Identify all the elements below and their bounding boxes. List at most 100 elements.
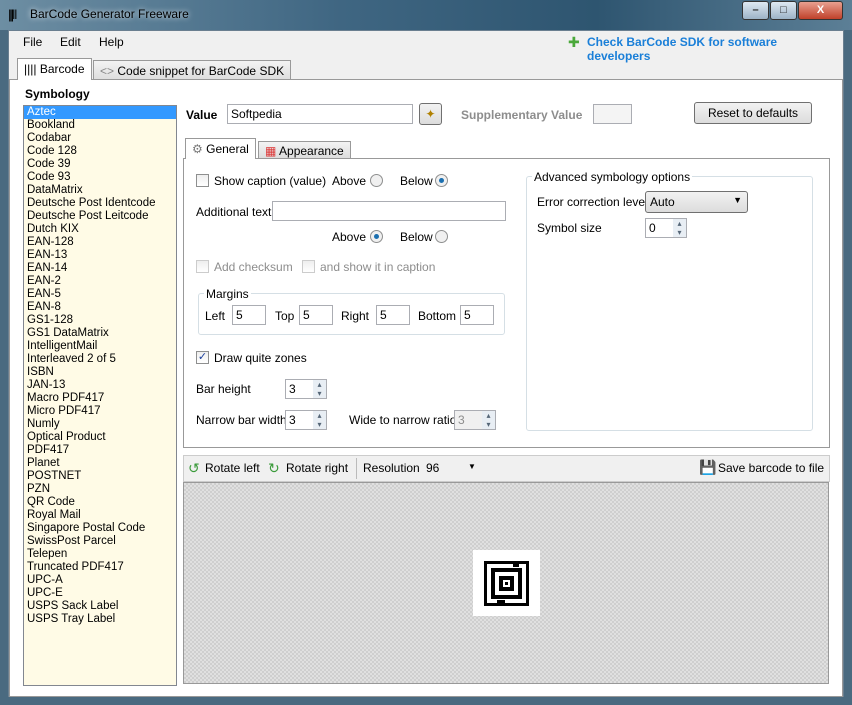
- save-barcode-button[interactable]: Save barcode to file: [718, 461, 824, 475]
- margin-left-label: Left: [205, 309, 226, 323]
- menu-file[interactable]: File: [23, 35, 42, 49]
- symbology-item[interactable]: USPS Tray Label: [24, 613, 176, 626]
- symbology-item[interactable]: EAN-13: [24, 249, 176, 262]
- sdk-link[interactable]: Check BarCode SDK for software developer…: [587, 35, 843, 63]
- reset-defaults-button[interactable]: Reset to defaults: [694, 102, 812, 124]
- symbology-item[interactable]: Interleaved 2 of 5: [24, 353, 176, 366]
- minimize-button[interactable]: –: [742, 1, 769, 20]
- symbology-item[interactable]: UPC-E: [24, 587, 176, 600]
- menu-help[interactable]: Help: [99, 35, 124, 49]
- symbology-item[interactable]: POSTNET: [24, 470, 176, 483]
- symbology-item[interactable]: Macro PDF417: [24, 392, 176, 405]
- caption-above-radio[interactable]: [370, 174, 383, 187]
- symbology-item[interactable]: PDF417: [24, 444, 176, 457]
- show-caption-checkbox[interactable]: [196, 174, 209, 187]
- bar-height-spinner[interactable]: 3: [285, 379, 327, 399]
- symbology-item[interactable]: EAN-8: [24, 301, 176, 314]
- symbology-item[interactable]: EAN-14: [24, 262, 176, 275]
- symbology-item[interactable]: JAN-13: [24, 379, 176, 392]
- margin-right-input[interactable]: 5: [376, 305, 410, 325]
- symbology-item[interactable]: Singapore Postal Code: [24, 522, 176, 535]
- symbology-item[interactable]: GS1-128: [24, 314, 176, 327]
- resolution-dropdown[interactable]: 96: [426, 461, 439, 475]
- add-checksum-checkbox[interactable]: [196, 260, 209, 273]
- symbology-item[interactable]: Dutch KIX: [24, 223, 176, 236]
- menu-edit[interactable]: Edit: [60, 35, 81, 49]
- additional-below-label: Below: [400, 230, 433, 244]
- additional-text-input[interactable]: [272, 201, 506, 221]
- caption-above-label: Above: [332, 174, 367, 188]
- value-label: Value: [186, 108, 218, 122]
- code-icon: <>: [100, 64, 115, 78]
- symbology-item[interactable]: Micro PDF417: [24, 405, 176, 418]
- margin-left-input[interactable]: 5: [232, 305, 266, 325]
- tab-appearance[interactable]: ▦ Appearance: [258, 141, 351, 159]
- additional-above-label: Above: [332, 230, 367, 244]
- palette-icon: ▦: [265, 144, 277, 158]
- symbology-item[interactable]: Optical Product: [24, 431, 176, 444]
- symbology-item[interactable]: Bookland: [24, 119, 176, 132]
- additional-below-radio[interactable]: [435, 230, 448, 243]
- symbology-item[interactable]: Royal Mail: [24, 509, 176, 522]
- show-checksum-checkbox[interactable]: [302, 260, 315, 273]
- maximize-button[interactable]: □: [770, 1, 797, 20]
- gear-icon: ⚙: [192, 142, 203, 156]
- symbology-item[interactable]: Deutsche Post Leitcode: [24, 210, 176, 223]
- show-checksum-label: and show it in caption: [320, 260, 436, 274]
- puzzle-icon: ✚: [568, 34, 580, 50]
- ecl-dropdown[interactable]: Auto ▼: [645, 191, 748, 213]
- quiet-zones-label: Draw quite zones: [214, 351, 307, 365]
- tab-barcode[interactable]: |||| Barcode: [17, 58, 92, 80]
- margin-top-label: Top: [275, 309, 295, 323]
- tab-code-snippet[interactable]: <> Code snippet for BarCode SDK: [93, 60, 292, 81]
- symbology-item[interactable]: Planet: [24, 457, 176, 470]
- quiet-zones-checkbox[interactable]: ✓: [196, 351, 209, 364]
- rotate-right-button[interactable]: Rotate right: [286, 461, 348, 475]
- supplementary-input[interactable]: [593, 104, 632, 124]
- value-input[interactable]: Softpedia: [227, 104, 413, 124]
- symbology-item[interactable]: Code 128: [24, 145, 176, 158]
- show-caption-label: Show caption (value): [214, 174, 327, 188]
- symbology-item[interactable]: Code 39: [24, 158, 176, 171]
- additional-above-radio[interactable]: [370, 230, 383, 243]
- symbology-item[interactable]: USPS Sack Label: [24, 600, 176, 613]
- title-bar[interactable]: |||‖ BarCode Generator Freeware – □ X: [0, 0, 852, 30]
- symbology-item[interactable]: Telepen: [24, 548, 176, 561]
- symbology-item[interactable]: UPC-A: [24, 574, 176, 587]
- client-area: File Edit Help ✚ Check BarCode SDK for s…: [8, 30, 844, 697]
- app-barcode-icon: |||‖: [8, 7, 17, 22]
- symbology-item[interactable]: EAN-2: [24, 275, 176, 288]
- symbology-item[interactable]: SwissPost Parcel: [24, 535, 176, 548]
- magic-wand-button[interactable]: ✦: [419, 103, 442, 125]
- rotate-left-button[interactable]: Rotate left: [205, 461, 260, 475]
- symbology-item[interactable]: QR Code: [24, 496, 176, 509]
- ratio-spinner[interactable]: 3: [454, 410, 496, 430]
- narrow-bar-label: Narrow bar width: [196, 413, 287, 427]
- symbol-size-spinner[interactable]: 0: [645, 218, 687, 238]
- tab-general[interactable]: ⚙ General: [185, 138, 256, 159]
- symbology-item[interactable]: Aztec: [24, 106, 176, 119]
- symbology-item[interactable]: DataMatrix: [24, 184, 176, 197]
- symbology-item[interactable]: ISBN: [24, 366, 176, 379]
- close-button[interactable]: X: [798, 1, 843, 20]
- symbology-item[interactable]: EAN-5: [24, 288, 176, 301]
- bar-height-label: Bar height: [196, 382, 251, 396]
- tab-appearance-label: Appearance: [279, 144, 344, 158]
- symbology-item[interactable]: Numly: [24, 418, 176, 431]
- rotate-left-icon: ↺: [188, 460, 200, 476]
- symbology-item[interactable]: Code 93: [24, 171, 176, 184]
- save-disk-icon: 💾: [699, 459, 717, 475]
- advanced-title: Advanced symbology options: [532, 170, 693, 184]
- symbology-item[interactable]: PZN: [24, 483, 176, 496]
- narrow-bar-spinner[interactable]: 3: [285, 410, 327, 430]
- caption-below-radio[interactable]: [435, 174, 448, 187]
- symbology-item[interactable]: Codabar: [24, 132, 176, 145]
- symbology-item[interactable]: EAN-128: [24, 236, 176, 249]
- symbology-list[interactable]: Aztec Bookland Codabar Code 128 Code 39 Code …: [23, 105, 177, 686]
- symbology-item[interactable]: Deutsche Post Identcode: [24, 197, 176, 210]
- margin-bottom-input[interactable]: 5: [460, 305, 494, 325]
- symbology-item[interactable]: GS1 DataMatrix: [24, 327, 176, 340]
- symbology-item[interactable]: IntelligentMail: [24, 340, 176, 353]
- symbology-item[interactable]: Truncated PDF417: [24, 561, 176, 574]
- margin-top-input[interactable]: 5: [299, 305, 333, 325]
